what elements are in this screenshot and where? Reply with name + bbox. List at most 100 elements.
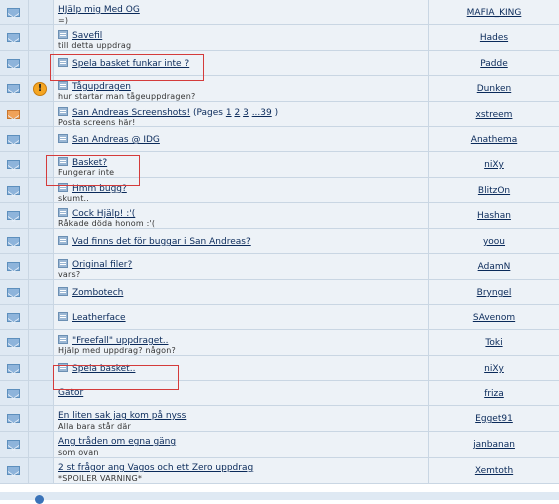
status-cell — [29, 432, 54, 457]
topic-doc-icon — [58, 259, 68, 268]
mail-icon — [7, 313, 20, 322]
topic-link[interactable]: Spela basket.. — [72, 364, 135, 374]
status-cell — [29, 102, 54, 126]
page-link[interactable]: 3 — [243, 108, 249, 118]
author-link[interactable]: Hashan — [429, 211, 559, 221]
author-link[interactable]: janbanan — [429, 440, 559, 450]
topic-icon-cell — [0, 305, 29, 329]
status-cell — [29, 305, 54, 329]
topic-title-cell: Vad finns det för buggar i San Andreas? — [54, 229, 429, 253]
author-link[interactable]: Toki — [429, 338, 559, 348]
page-link[interactable]: 1 — [226, 108, 232, 118]
topic-row: Spela basket funkar inte ? Padde — [0, 51, 559, 76]
topic-icon-cell — [0, 0, 29, 24]
topic-icon-cell — [0, 406, 29, 431]
topic-link[interactable]: Zombotech — [72, 288, 123, 298]
topic-doc-icon — [58, 183, 68, 192]
author-link[interactable]: Padde — [429, 59, 559, 69]
topic-title: HJälp mig Med OG — [58, 5, 140, 15]
topic-link[interactable]: Vad finns det för buggar i San Andreas? — [72, 237, 251, 247]
author-link[interactable]: BlitzOn — [429, 186, 559, 196]
topic-link[interactable]: Cock Hjälp! :'( — [72, 209, 135, 219]
topic-icon-cell — [0, 330, 29, 355]
topic-title-cell: Ang tråden om egna gäng som ovan — [54, 432, 429, 457]
status-cell — [29, 254, 54, 279]
topic-title: Cock Hjälp! :'( — [58, 208, 135, 219]
author-cell: Padde — [429, 51, 559, 75]
page-link[interactable]: ...39 — [252, 108, 272, 118]
author-cell: Anathema — [429, 127, 559, 151]
topic-row: Ang tråden om egna gäng som ovan janbanan — [0, 432, 559, 458]
author-link[interactable]: MAFIA_KING — [429, 8, 559, 18]
pages-suffix: ) — [271, 108, 279, 118]
topic-title-cell: Savefil till detta uppdrag — [54, 25, 429, 50]
topic-title: Savefil — [58, 30, 102, 41]
topic-link[interactable]: Leatherface — [72, 313, 126, 323]
author-cell: yoou — [429, 229, 559, 253]
topic-description: Fungerar inte — [58, 168, 115, 177]
status-cell — [29, 280, 54, 304]
author-cell: MAFIA_KING — [429, 0, 559, 24]
topic-link[interactable]: Savefil — [72, 31, 102, 41]
author-link[interactable]: Xemtoth — [429, 466, 559, 476]
topic-title: Hmm bugg? — [58, 183, 127, 194]
author-cell: BlitzOn — [429, 178, 559, 202]
topic-link[interactable]: Gator — [58, 388, 83, 398]
topic-doc-icon — [58, 157, 68, 166]
author-link[interactable]: Egget91 — [429, 414, 559, 424]
topic-link[interactable]: Ang tråden om egna gäng — [58, 437, 176, 447]
topic-icon-cell — [0, 381, 29, 405]
topic-title-cell: Original filer? vars? — [54, 254, 429, 279]
author-cell: niXy — [429, 152, 559, 177]
author-link[interactable]: xstreem — [429, 110, 559, 120]
topic-doc-icon — [58, 208, 68, 217]
topic-row: Gator friza — [0, 381, 559, 406]
topic-doc-icon — [58, 134, 68, 143]
author-link[interactable]: Anathema — [429, 135, 559, 145]
author-link[interactable]: niXy — [429, 160, 559, 170]
topic-row: HJälp mig Med OG =) MAFIA_KING — [0, 0, 559, 25]
topic-link[interactable]: San Andreas Screenshots! — [72, 108, 190, 118]
topic-icon-cell — [0, 178, 29, 202]
author-cell: Bryngel — [429, 280, 559, 304]
author-link[interactable]: Dunken — [429, 84, 559, 94]
topic-title-cell: Gator — [54, 381, 429, 405]
topic-link[interactable]: 2 st frågor ang Vagos och ett Zero uppdr… — [58, 463, 253, 473]
topic-icon-cell — [0, 152, 29, 177]
topic-row: San Andreas @ IDG Anathema — [0, 127, 559, 152]
topic-link[interactable]: En liten sak jag kom på nyss — [58, 411, 186, 421]
topic-title-cell: San Andreas @ IDG — [54, 127, 429, 151]
author-link[interactable]: friza — [429, 389, 559, 399]
topic-link[interactable]: Original filer? — [72, 260, 132, 270]
author-link[interactable]: yoou — [429, 237, 559, 247]
topic-link[interactable]: Basket? — [72, 158, 107, 168]
mail-hot-icon — [7, 110, 20, 119]
author-link[interactable]: Bryngel — [429, 288, 559, 298]
topic-link[interactable]: "Freefall" uppdraget.. — [72, 336, 168, 346]
status-cell — [29, 458, 54, 483]
mail-icon — [7, 262, 20, 271]
topic-title-cell: Spela basket funkar inte ? — [54, 51, 429, 75]
mail-icon — [7, 8, 20, 17]
author-link[interactable]: AdamN — [429, 262, 559, 272]
topic-link[interactable]: San Andreas @ IDG — [72, 135, 160, 145]
page-link[interactable]: 2 — [234, 108, 240, 118]
mail-icon — [7, 59, 20, 68]
topic-row: Leatherface SAvenom — [0, 305, 559, 330]
topic-row: Original filer? vars? AdamN — [0, 254, 559, 280]
topic-description: vars? — [58, 270, 81, 279]
status-cell — [29, 229, 54, 253]
topic-link[interactable]: HJälp mig Med OG — [58, 5, 140, 15]
topic-link[interactable]: Tågupdragen — [72, 82, 131, 92]
author-link[interactable]: niXy — [429, 364, 559, 374]
topic-title-cell: En liten sak jag kom på nyss Alla bara st… — [54, 406, 429, 431]
topic-link[interactable]: Spela basket funkar inte ? — [72, 59, 189, 69]
topic-icon-cell — [0, 229, 29, 253]
topic-title-cell: Leatherface — [54, 305, 429, 329]
topic-link[interactable]: Hmm bugg? — [72, 184, 127, 194]
topic-icon-cell — [0, 51, 29, 75]
author-link[interactable]: SAvenom — [429, 313, 559, 323]
author-link[interactable]: Hades — [429, 33, 559, 43]
topic-title-cell: Cock Hjälp! :'(Råkade döda honom :'( — [54, 203, 429, 228]
topic-doc-icon — [58, 30, 68, 39]
